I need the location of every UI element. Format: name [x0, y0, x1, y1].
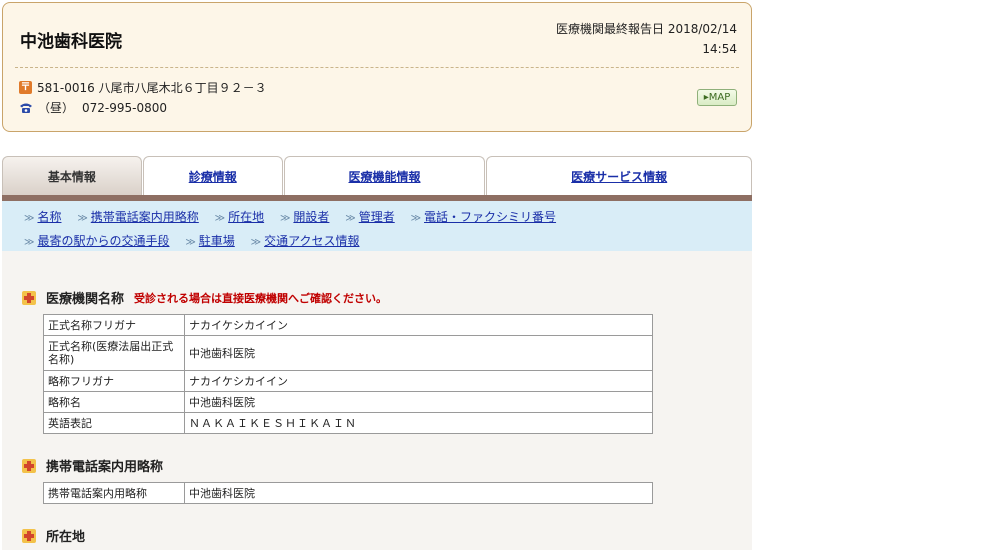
tab-medical-service[interactable]: 医療サービス情報 — [486, 156, 752, 196]
anchor-parking[interactable]: 駐車場 — [199, 234, 235, 248]
anchor-name[interactable]: 名称 — [37, 210, 61, 224]
tel-number: 072-995-0800 — [82, 100, 168, 115]
table-row: 正式名称フリガナ ナカイケシカイイン — [43, 314, 653, 336]
anchor-founder[interactable]: 開設者 — [293, 210, 329, 224]
section-anchor-nav: ≫ 名称 ≫ 携帯電話案内用略称 ≫ 所在地 ≫ 開設者 ≫ 管理者 ≫ 電話・ファクシミリ… — [2, 201, 752, 251]
table-key: 正式名称(医療法届出正式名称) — [43, 335, 185, 371]
postal-mark-icon: 〒 — [19, 81, 32, 94]
chevron-right-icon: ≫ — [279, 213, 291, 224]
section-title-mobile: 携帯電話案内用略称 — [22, 456, 163, 475]
report-date-label: 医療機関最終報告日 2018/02/14 — [556, 22, 737, 36]
table-value: 中池歯科医院 — [184, 482, 653, 504]
cross-icon — [22, 290, 36, 305]
info-tabs: 基本情報 診療情報 医療機能情報 医療サービス情報 — [2, 156, 752, 196]
table-value: ナカイケシカイイン — [184, 314, 653, 336]
table-row: 英語表記 ＮＡＫＡＩＫＥＳＨＩＫＡＩＮ — [43, 412, 653, 434]
anchor-nearest-station[interactable]: 最寄の駅からの交通手段 — [37, 234, 169, 248]
mobile-table: 携帯電話案内用略称 中池歯科医院 — [43, 482, 653, 504]
tel-row: （昼） 072-995-0800 — [19, 99, 167, 116]
table-key: 略称フリガナ — [43, 370, 185, 392]
table-row: 正式名称(医療法届出正式名称) 中池歯科医院 — [43, 335, 653, 371]
table-row: 略称フリガナ ナカイケシカイイン — [43, 370, 653, 392]
anchor-access[interactable]: 交通アクセス情報 — [264, 234, 359, 248]
map-button[interactable]: ▸MAP — [697, 89, 737, 106]
chevron-right-icon: ≫ — [214, 213, 226, 224]
section-title-location: 所在地 — [22, 526, 85, 545]
cross-icon — [22, 528, 36, 543]
tab-medical-function[interactable]: 医療機能情報 — [283, 156, 486, 196]
table-key: 英語表記 — [43, 412, 185, 434]
section-title-name: 医療機関名称 受診される場合は直接医療機関へご確認ください。 — [22, 288, 387, 307]
chevron-right-icon: ≫ — [250, 237, 262, 248]
chevron-right-icon: ≫ — [24, 213, 35, 224]
table-key: 携帯電話案内用略称 — [43, 482, 185, 504]
report-time: 14:54 — [702, 42, 737, 56]
clinic-header-card: 中池歯科医院 医療機関最終報告日 2018/02/14 14:54 〒 581-… — [2, 2, 752, 132]
tab-diagnosis-info[interactable]: 診療情報 — [142, 156, 283, 196]
chevron-right-icon: ≫ — [185, 237, 196, 248]
section-title-name-text: 医療機関名称 — [46, 292, 125, 307]
address-text: 581-0016 八尾市八尾木北６丁目９２－３ — [37, 81, 267, 95]
report-date: 医療機関最終報告日 2018/02/14 14:54 — [556, 19, 737, 59]
table-key: 正式名称フリガナ — [43, 314, 185, 336]
clinic-name: 中池歯科医院 — [20, 32, 122, 52]
anchor-manager[interactable]: 管理者 — [359, 210, 395, 224]
anchor-location[interactable]: 所在地 — [228, 210, 264, 224]
chevron-right-icon: ≫ — [410, 213, 422, 224]
cross-icon — [22, 458, 36, 473]
section-title-mobile-text: 携帯電話案内用略称 — [46, 460, 164, 475]
name-table: 正式名称フリガナ ナカイケシカイイン 正式名称(医療法届出正式名称) 中池歯科医… — [43, 314, 653, 434]
section-title-location-text: 所在地 — [46, 530, 86, 545]
anchor-mobile-name[interactable]: 携帯電話案内用略称 — [91, 210, 199, 224]
address-row: 〒 581-0016 八尾市八尾木北６丁目９２－３ — [19, 79, 267, 96]
tel-label: （昼） — [38, 101, 75, 115]
table-value: 中池歯科医院 — [184, 335, 653, 371]
chevron-right-icon: ≫ — [24, 237, 35, 248]
table-value: 中池歯科医院 — [184, 391, 653, 413]
table-row: 携帯電話案内用略称 中池歯科医院 — [43, 482, 653, 504]
table-value: ＮＡＫＡＩＫＥＳＨＩＫＡＩＮ — [184, 412, 653, 434]
table-key: 略称名 — [43, 391, 185, 413]
tab-basic-info[interactable]: 基本情報 — [2, 156, 142, 196]
tab-diagnosis-link[interactable]: 診療情報 — [189, 168, 237, 185]
header-divider — [15, 67, 739, 68]
phone-icon — [20, 103, 32, 113]
table-value: ナカイケシカイイン — [184, 370, 653, 392]
tab-medical-function-link[interactable]: 医療機能情報 — [348, 168, 420, 185]
basic-info-content: 医療機関名称 受診される場合は直接医療機関へご確認ください。 正式名称フリガナ … — [2, 251, 752, 550]
tab-medical-service-link[interactable]: 医療サービス情報 — [571, 168, 667, 185]
table-row: 略称名 中池歯科医院 — [43, 391, 653, 413]
anchor-phone-fax[interactable]: 電話・ファクシミリ番号 — [424, 210, 556, 224]
chevron-right-icon: ≫ — [345, 213, 356, 224]
consult-notice: 受診される場合は直接医療機関へご確認ください。 — [134, 291, 388, 305]
chevron-right-icon: ≫ — [77, 213, 88, 224]
